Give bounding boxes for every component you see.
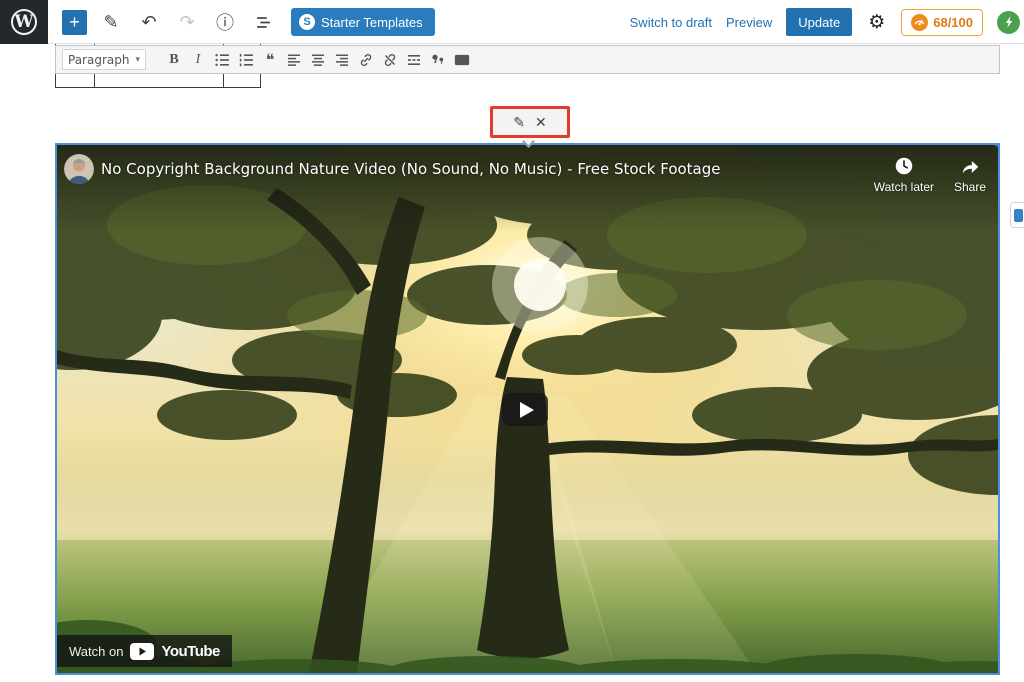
preview-link[interactable]: Preview — [726, 15, 772, 30]
starter-templates-label: Starter Templates — [321, 15, 423, 30]
tools-pencil-button[interactable]: ✎ — [97, 6, 125, 38]
link-button[interactable] — [354, 48, 378, 71]
seo-score-value: 68/100 — [933, 15, 973, 30]
list-view-icon — [255, 14, 272, 31]
starter-templates-icon: S — [299, 14, 315, 30]
unlink-icon — [382, 52, 398, 68]
numbered-list-icon — [238, 52, 254, 68]
special-character-button[interactable] — [426, 48, 450, 71]
video-title[interactable]: No Copyright Background Nature Video (No… — [101, 160, 721, 178]
align-right-icon — [334, 52, 350, 68]
watch-later-label: Watch later — [874, 180, 934, 194]
share-label: Share — [954, 180, 986, 194]
starter-templates-button[interactable]: S Starter Templates — [291, 8, 435, 36]
chevron-down-icon: ▾ — [135, 55, 140, 65]
clock-icon — [893, 155, 915, 177]
more-tag-icon — [406, 52, 422, 68]
wordpress-logo-icon: W — [11, 9, 37, 35]
boost-score-button[interactable] — [997, 11, 1020, 34]
watch-on-label: Watch on — [69, 644, 123, 659]
wordpress-logo-button[interactable]: W — [0, 0, 48, 44]
numbered-list-button[interactable] — [234, 48, 258, 71]
lightning-bolt-icon — [1002, 15, 1016, 29]
watch-on-youtube-button[interactable]: Watch on YouTube — [57, 635, 232, 667]
keyboard-icon — [454, 52, 470, 68]
gauge-icon — [911, 14, 928, 31]
align-center-icon — [310, 52, 326, 68]
channel-avatar[interactable] — [64, 154, 94, 184]
paragraph-dropdown-value: Paragraph — [68, 53, 129, 67]
unlink-button[interactable] — [378, 48, 402, 71]
edit-embed-button[interactable]: ✎ — [513, 114, 525, 131]
header-toolbar: + ✎ ↶ ↷ ⓘ S Starter Templates — [62, 0, 435, 44]
remove-embed-button[interactable]: ✕ — [535, 114, 547, 131]
floating-button-fragment[interactable] — [1010, 202, 1024, 228]
settings-gear-button[interactable]: ⚙ — [866, 11, 887, 34]
link-icon — [358, 52, 374, 68]
bold-button[interactable]: B — [162, 48, 186, 71]
redo-button[interactable]: ↷ — [173, 6, 201, 38]
switch-to-draft-link[interactable]: Switch to draft — [630, 15, 712, 30]
list-view-button[interactable] — [249, 6, 277, 38]
video-player[interactable]: No Copyright Background Nature Video (No… — [57, 145, 998, 673]
italic-button[interactable]: I — [186, 48, 210, 71]
video-top-gradient — [57, 145, 998, 231]
more-tag-button[interactable] — [402, 48, 426, 71]
align-center-button[interactable] — [306, 48, 330, 71]
embed-edit-toolbar-highlight: ✎ ✕ — [490, 106, 570, 138]
editor-header: W + ✎ ↶ ↷ ⓘ S Starter Templates Switch t… — [0, 0, 1024, 44]
blockquote-button[interactable]: ❝ — [258, 48, 282, 71]
watch-later-button[interactable]: Watch later — [874, 155, 934, 194]
avatar-image — [64, 154, 94, 184]
bulleted-list-icon — [214, 52, 230, 68]
play-icon — [520, 402, 534, 418]
bulleted-list-button[interactable] — [210, 48, 234, 71]
update-button[interactable]: Update — [786, 8, 852, 36]
align-right-button[interactable] — [330, 48, 354, 71]
youtube-play-icon — [130, 643, 154, 660]
align-left-icon — [286, 52, 302, 68]
share-button[interactable]: Share — [954, 155, 986, 194]
paragraph-dropdown[interactable]: Paragraph ▾ — [62, 49, 146, 70]
header-actions: Switch to draft Preview Update ⚙ 68/100 — [630, 0, 1020, 44]
classic-editor-toolbar: Paragraph ▾ B I ❝ — [55, 45, 1000, 74]
floating-button-icon — [1014, 209, 1023, 222]
align-left-button[interactable] — [282, 48, 306, 71]
share-arrow-icon — [959, 155, 981, 177]
youtube-embed-block[interactable]: No Copyright Background Nature Video (No… — [55, 143, 1000, 675]
special-character-icon — [430, 52, 446, 68]
block-inserter-button[interactable]: + — [62, 10, 87, 35]
keyboard-button[interactable] — [450, 48, 474, 71]
undo-button[interactable]: ↶ — [135, 6, 163, 38]
play-button[interactable] — [502, 393, 548, 426]
details-info-button[interactable]: ⓘ — [211, 6, 239, 38]
seo-score-badge[interactable]: 68/100 — [901, 9, 983, 36]
youtube-wordmark: YouTube — [161, 643, 219, 660]
